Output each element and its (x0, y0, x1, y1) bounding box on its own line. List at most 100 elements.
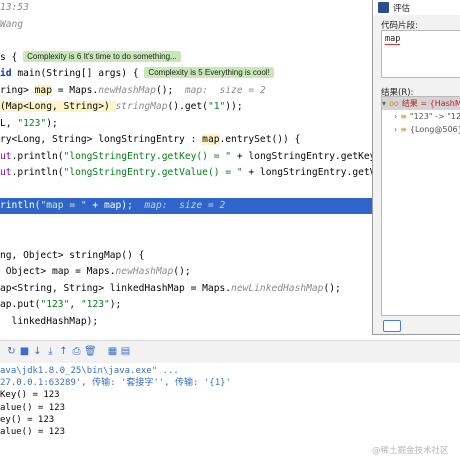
code-line: 13:53 (0, 0, 29, 16)
code-token: (Map<Long, String>) (0, 101, 116, 112)
tree-node-label: 结果 = {HashMap (401, 99, 460, 108)
down-alt-icon[interactable]: ⤓ (45, 346, 56, 357)
tree-node[interactable]: › ≡ "123" -> "12 (382, 110, 460, 123)
code-line: Wang (0, 17, 23, 33)
code-token: .println( (11, 167, 64, 178)
stop-icon[interactable]: ■ (19, 346, 30, 357)
code-token: id (0, 68, 12, 79)
code-line: id main(String[] args) { Complexity is 5… (0, 66, 274, 82)
code-token: )); (225, 101, 243, 112)
collapse-arrow-icon[interactable]: › (394, 112, 397, 121)
code-token: + longStringEntry.getKey()); (236, 150, 372, 162)
tree-node[interactable]: ▾oo结果 = {HashMap (382, 97, 460, 110)
code-token: ring> (0, 84, 35, 96)
code-token: "123" (40, 299, 70, 310)
evaluate-button[interactable] (383, 320, 401, 332)
code-line-current: rintln("map = " + map); map: size = 2 (0, 198, 372, 214)
code-token: ); (109, 299, 122, 310)
code-line: s { Complexity is 6 It's time to do some… (0, 50, 181, 66)
dialog-titlebar: 评估 (373, 0, 460, 15)
code-token: "map = " (40, 200, 87, 211)
code-token: map: size = 2 (184, 84, 266, 96)
console-line: Key() = 123 (0, 390, 60, 401)
code-token: (); (155, 84, 185, 96)
code-token: "longStringEntry.getValue() = " (63, 167, 243, 178)
code-line: ut.println("longStringEntry.getKey() = "… (0, 149, 372, 165)
code-token: newLinkedHashMap (231, 282, 324, 294)
code-token: ap.put( (0, 299, 41, 310)
code-line: ry<Long, String> longStringEntry : map.e… (0, 132, 300, 148)
dialog-title: 评估 (393, 4, 411, 14)
code-token: "1" (207, 101, 226, 112)
code-token: (); (173, 266, 191, 277)
code-line: linkedHashMap); (0, 314, 99, 330)
code-token: + longStringEntry.getValue()); (248, 167, 372, 178)
layout-icon[interactable]: ▦ (107, 346, 118, 357)
tree-node[interactable]: › ≡ {Long@506} (382, 123, 460, 136)
code-token: stringMap (115, 101, 168, 112)
console-line: ava\jdk1.8.0_25\bin\java.exe" ... (0, 366, 179, 376)
console-line: 27.0.0.1:63289', 传输: '套接字'', 传输: '{1}' (0, 378, 231, 389)
tree-node-label: {Long@506} (409, 125, 460, 134)
console-line: alue() = 123 (0, 402, 66, 413)
code-token: ut (0, 150, 12, 162)
code-token: L, (0, 117, 18, 129)
tree-node-label: "123" -> "12 (409, 112, 460, 121)
down-icon[interactable]: ↓ (32, 346, 43, 357)
complexity-badge: Complexity is 6 It's time to do somethin… (23, 50, 181, 62)
console-toolbar: ↻ ■ ↓ ⤓ ↑ ⎙ 🗑 ▦ ▤ (0, 340, 460, 363)
code-token: ut (0, 167, 12, 178)
code-token: Object> map = Maps. (0, 266, 116, 277)
pin-icon[interactable]: ▤ (120, 346, 131, 357)
variable-icon: oo (389, 99, 399, 108)
console-line: ey() = 123 (0, 414, 55, 425)
code-token: map (202, 134, 220, 145)
code-editor[interactable]: 13:53 Wang s { Complexity is 6 It's time t… (0, 0, 372, 340)
code-token: map: size = 2 (144, 200, 226, 211)
code-line: (Map<Long, String>) stringMap().get("1")… (0, 99, 243, 115)
code-token: linkedHashMap); (0, 315, 99, 327)
code-token: map (34, 84, 52, 96)
evaluate-dialog: 评估 代码片段: map 结果(R): ▾oo结果 = {HashMap›≡"1… (372, 0, 460, 335)
complexity-badge: Complexity is 5 Everything is cool! (144, 67, 274, 78)
code-token: , (69, 299, 81, 310)
expand-arrow-icon[interactable]: ▾ (382, 99, 386, 108)
code-fragment-input[interactable]: map (381, 30, 460, 78)
result-tree[interactable]: ▾oo结果 = {HashMap›≡"123" -> "12›≡{Long@50… (381, 96, 460, 316)
code-token: newHashMap (115, 266, 174, 277)
variable-icon: ≡ (400, 112, 407, 121)
code-token: .entrySet()) { (219, 134, 301, 145)
code-token: Wang (0, 18, 24, 30)
code-token: ap<String, String> linkedHashMap = Maps. (0, 282, 232, 294)
code-token: rintln( (0, 200, 41, 211)
code-line: ap.put("123", "123"); (0, 297, 121, 313)
code-token: + map); (86, 200, 145, 211)
code-token: ng, Object> stringMap() { (0, 249, 145, 261)
code-token: "123" (80, 299, 110, 310)
code-token: = Maps. (51, 84, 99, 96)
code-token: ry<Long, String> longStringEntry : (0, 134, 203, 145)
code-line: ng, Object> stringMap() { (0, 248, 144, 264)
code-line: ut.println("longStringEntry.getValue() =… (0, 165, 372, 181)
delete-icon[interactable]: 🗑 (84, 346, 97, 357)
code-token: ().get( (167, 101, 208, 112)
code-line: Object> map = Maps.newHashMap(); (0, 264, 191, 280)
watermark: @稀土掘金技术社区 (372, 446, 449, 456)
up-icon[interactable]: ↑ (58, 346, 69, 357)
code-line: ring> map = Maps.newHashMap(); map: size… (0, 83, 266, 99)
code-line: ap<String, String> linkedHashMap = Maps.… (0, 281, 341, 297)
rerun-icon[interactable]: ↻ (6, 346, 17, 357)
code-token: newHashMap (98, 84, 156, 96)
collapse-arrow-icon[interactable]: › (394, 125, 397, 134)
console-line: alue() = 123 (0, 427, 66, 437)
code-token: s { (0, 51, 24, 63)
print-icon[interactable]: ⎙ (71, 346, 82, 357)
code-line: L, "123"); (0, 116, 58, 132)
code-token: (); (323, 282, 341, 294)
code-token: ); (46, 117, 58, 129)
code-token: main(String[] args) { (11, 68, 145, 79)
code-token: .println( (11, 150, 64, 162)
intellij-icon (378, 2, 389, 13)
code-fragment-value: map (385, 34, 401, 45)
code-token: 13:53 (0, 2, 29, 13)
